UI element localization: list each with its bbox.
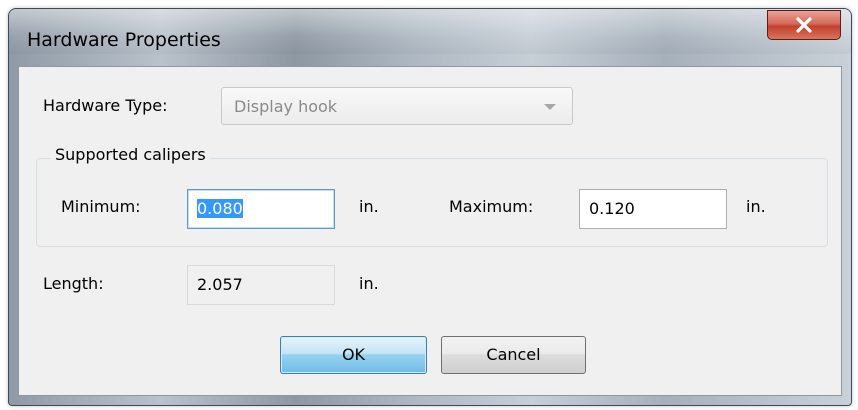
length-unit: in. [359, 274, 379, 293]
close-icon [796, 17, 812, 33]
maximum-unit: in. [746, 197, 766, 216]
maximum-value: 0.120 [589, 199, 635, 218]
maximum-input[interactable]: 0.120 [579, 189, 727, 229]
cancel-button[interactable]: Cancel [441, 336, 586, 374]
minimum-input[interactable]: 0.080 [187, 189, 335, 229]
hardware-type-select[interactable]: Display hook [221, 87, 573, 125]
ok-button[interactable]: OK [280, 336, 427, 374]
supported-calipers-title: Supported calipers [51, 145, 210, 164]
maximum-label: Maximum: [449, 197, 534, 216]
window-title: Hardware Properties [27, 29, 221, 51]
hardware-type-value: Display hook [234, 97, 338, 116]
length-field: 2.057 [187, 265, 335, 305]
close-button[interactable] [767, 10, 841, 40]
length-value: 2.057 [197, 275, 243, 294]
hardware-type-label: Hardware Type: [43, 96, 168, 115]
minimum-unit: in. [359, 197, 379, 216]
minimum-value: 0.080 [197, 199, 243, 218]
minimum-label: Minimum: [61, 197, 141, 216]
length-label: Length: [43, 274, 104, 293]
chevron-down-icon [544, 104, 556, 110]
